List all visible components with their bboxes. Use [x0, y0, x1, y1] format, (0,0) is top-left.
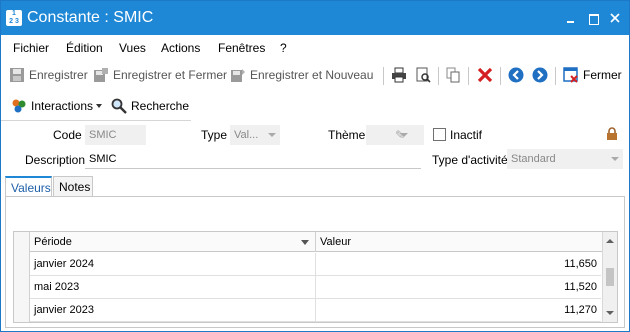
chevron-down-icon: [268, 133, 276, 137]
arrow-right-circle-icon: [532, 67, 548, 83]
toolbar-separator: [383, 67, 384, 85]
save-new-button[interactable]: Enregistrer et Nouveau: [230, 65, 373, 85]
column-header-valeur[interactable]: Valeur: [316, 232, 601, 252]
column-header-periode[interactable]: Période: [30, 232, 316, 252]
scroll-up-icon[interactable]: [606, 239, 614, 243]
search-button[interactable]: Recherche: [111, 96, 189, 116]
theme-label: Thème: [328, 128, 366, 142]
print-button[interactable]: [391, 65, 411, 85]
maximize-button[interactable]: [585, 10, 601, 26]
tab-notes[interactable]: Notes: [53, 176, 93, 196]
lock-icon: [605, 127, 619, 141]
chevron-down-icon: [400, 133, 408, 137]
scroll-thumb[interactable]: [606, 268, 614, 286]
print-preview-button[interactable]: [415, 65, 435, 85]
menu-help[interactable]: ?: [280, 41, 287, 55]
toolbar-divider: [1, 120, 191, 121]
copy-icon: [445, 67, 461, 83]
close-window-button[interactable]: [607, 10, 623, 26]
chevron-down-icon: [611, 157, 619, 161]
chevron-down-icon: [96, 104, 103, 108]
period-cell[interactable]: mai 2023: [30, 276, 316, 299]
value-cell[interactable]: 11,270: [317, 299, 601, 322]
scroll-down-icon[interactable]: [606, 311, 614, 315]
vertical-scrollbar[interactable]: [602, 232, 617, 322]
window: 12 3 Constante : SMIC Fichier Édition Vu…: [0, 0, 630, 332]
next-button[interactable]: [532, 65, 552, 85]
toolbar-separator: [555, 67, 556, 85]
menu-actions[interactable]: Actions: [161, 41, 200, 55]
table-row[interactable]: mai 2023 11,520: [30, 276, 601, 299]
grid-header: Période Valeur: [14, 232, 617, 252]
values-grid[interactable]: Période Valeur janvier 2024 11,650 mai 2…: [13, 231, 618, 323]
close-button[interactable]: Fermer: [563, 65, 622, 85]
theme-select[interactable]: ✎: [366, 125, 424, 145]
arrow-left-circle-icon: [508, 67, 524, 83]
toolbar-separator: [468, 67, 469, 85]
menu-edition[interactable]: Édition: [66, 41, 103, 55]
interactions-dropdown[interactable]: Interactions: [11, 96, 103, 116]
close-icon: [610, 13, 620, 23]
save-button[interactable]: Enregistrer: [9, 65, 88, 85]
code-label: Code: [53, 128, 82, 142]
window-title: Constante : SMIC: [27, 9, 154, 26]
close-form-icon: [563, 67, 579, 83]
previous-button[interactable]: [508, 65, 528, 85]
period-cell[interactable]: janvier 2024: [30, 253, 316, 276]
period-cell[interactable]: janvier 2023: [30, 299, 316, 322]
copy-button[interactable]: [445, 65, 465, 85]
description-label: Description: [25, 153, 86, 167]
print-preview-icon: [415, 67, 431, 83]
toolbar-separator: [500, 67, 501, 85]
menu-fichier[interactable]: Fichier: [13, 41, 49, 55]
type-select[interactable]: Val...: [230, 125, 280, 145]
menu-fenetres[interactable]: Fenêtres: [218, 41, 265, 55]
save-close-button[interactable]: Enregistrer et Fermer: [93, 65, 227, 85]
printer-icon: [391, 67, 407, 83]
interactions-icon: [11, 98, 27, 114]
minimize-button[interactable]: [562, 10, 578, 26]
tab-valeurs[interactable]: Valeurs: [5, 176, 52, 196]
inactive-checkbox[interactable]: [433, 128, 446, 141]
save-icon: [9, 67, 25, 83]
secondary-toolbar: Interactions Recherche: [1, 94, 201, 118]
delete-x-icon: [477, 67, 493, 83]
menu-bar: Fichier Édition Vues Actions Fenêtres ?: [1, 37, 629, 59]
code-field[interactable]: SMIC: [85, 125, 146, 145]
toolbar-separator: [438, 67, 439, 85]
menu-vues[interactable]: Vues: [119, 41, 146, 55]
save-new-icon: [230, 67, 246, 83]
delete-button[interactable]: [477, 65, 497, 85]
description-field[interactable]: SMIC: [85, 149, 421, 169]
table-row[interactable]: janvier 2023 11,270: [30, 299, 601, 322]
main-toolbar: Enregistrer Enregistrer et Fermer Enregi…: [1, 61, 629, 89]
inactive-label: Inactif: [450, 128, 483, 142]
sort-dropdown-icon[interactable]: [301, 240, 309, 245]
value-cell[interactable]: 11,650: [317, 253, 601, 276]
value-cell[interactable]: 11,520: [317, 276, 601, 299]
type-label: Type: [201, 128, 228, 142]
activity-type-select[interactable]: Standard: [507, 149, 623, 169]
title-bar[interactable]: 12 3 Constante : SMIC: [1, 1, 629, 35]
activity-type-label: Type d'activité: [432, 153, 508, 167]
search-icon: [111, 98, 127, 114]
table-row[interactable]: janvier 2024 11,650: [30, 253, 601, 276]
save-close-icon: [93, 67, 109, 83]
row-selector-column: [14, 232, 30, 322]
app-icon: 12 3: [6, 10, 22, 26]
